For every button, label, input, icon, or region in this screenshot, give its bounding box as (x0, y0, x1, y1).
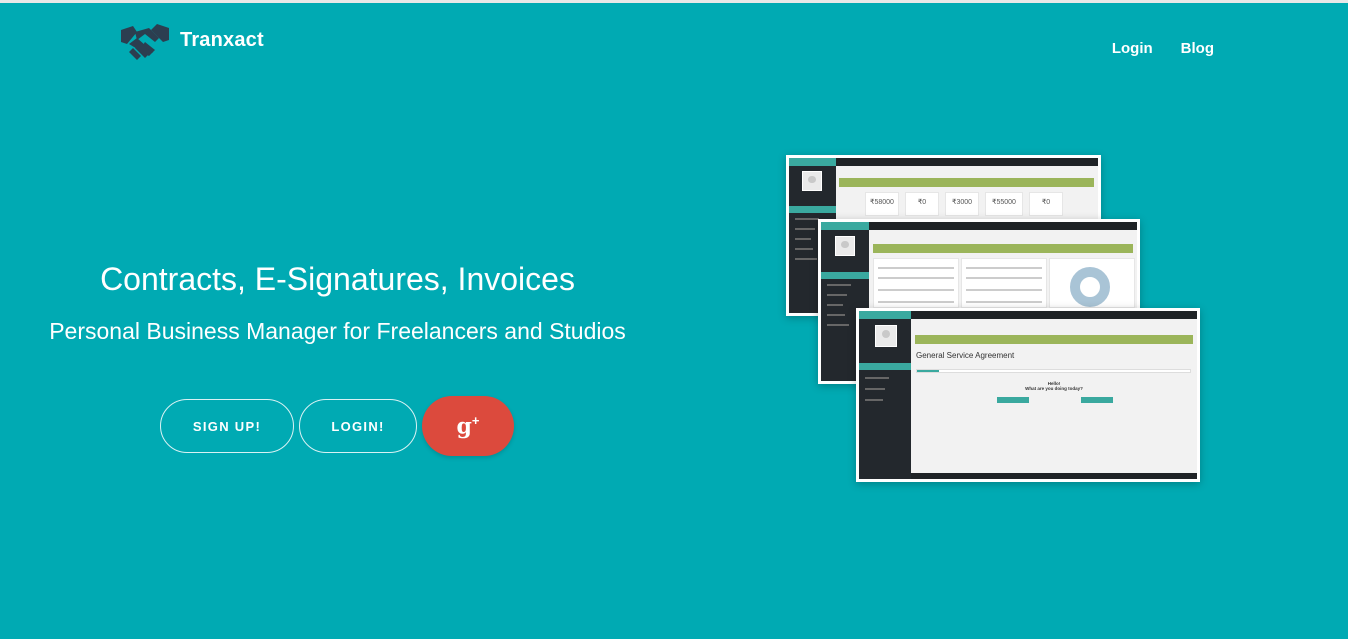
nav-login-link[interactable]: Login (1112, 40, 1153, 57)
stat-card: ₹3000 (945, 192, 979, 216)
contract-preview-image: General Service Agreement Hello! What are… (856, 308, 1200, 482)
stat-card: ₹55000 (985, 192, 1023, 216)
login-button[interactable]: LOGIN! (299, 399, 417, 453)
google-plus-icon: g+ (456, 412, 480, 440)
brand-logo[interactable]: Tranxact (119, 22, 264, 62)
top-nav: Login Blog (1112, 40, 1214, 57)
hero-title: Contracts, E-Signatures, Invoices (100, 261, 575, 297)
nav-blog-link[interactable]: Blog (1181, 40, 1214, 57)
stat-card: ₹58000 (865, 192, 899, 216)
contract-title: General Service Agreement (916, 351, 1015, 360)
contract-question: What are you doing today? (1025, 386, 1083, 391)
google-plus-login-button[interactable]: g+ (422, 396, 514, 456)
brand-name: Tranxact (180, 28, 264, 51)
hero-subtitle: Personal Business Manager for Freelancer… (49, 318, 626, 344)
stat-card: ₹0 (905, 192, 939, 216)
signup-button[interactable]: SIGN UP! (160, 399, 294, 453)
stat-card: ₹0 (1029, 192, 1063, 216)
handshake-icon (121, 24, 169, 60)
